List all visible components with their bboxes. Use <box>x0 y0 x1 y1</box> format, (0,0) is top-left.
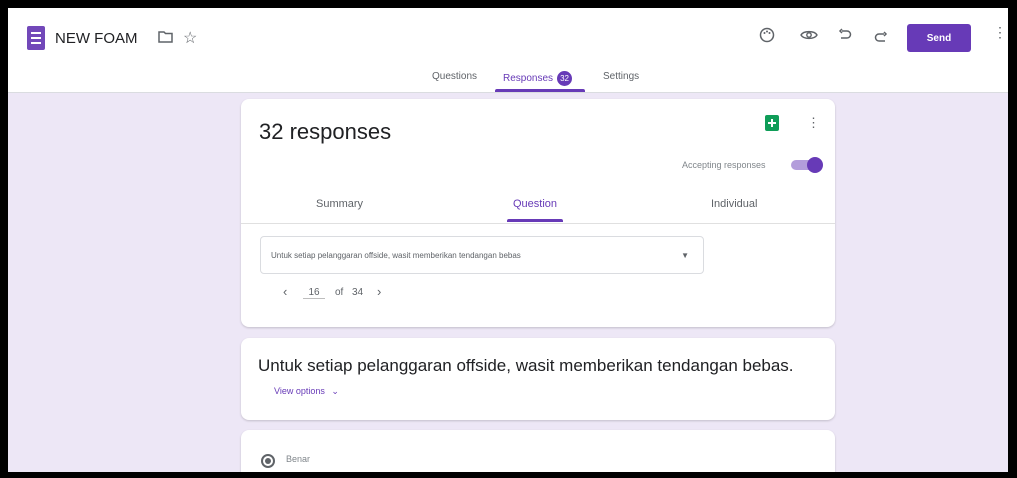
tab-questions[interactable]: Questions <box>432 71 477 82</box>
folder-icon[interactable] <box>158 30 173 48</box>
form-header: NEW FOAM ☆ Send ⋮ Questions Responses 32 … <box>8 8 1008 93</box>
preview-icon[interactable] <box>798 24 820 46</box>
accepting-responses-toggle[interactable] <box>789 157 823 173</box>
forms-logo-icon[interactable] <box>27 26 45 50</box>
star-icon[interactable]: ☆ <box>183 28 197 48</box>
tab-active-indicator <box>495 89 585 92</box>
chevron-right-icon[interactable]: › <box>377 284 381 299</box>
palette-icon[interactable] <box>756 24 778 46</box>
responses-summary-card: 32 responses ⋮ Accepting responses Summa… <box>241 99 835 327</box>
form-title[interactable]: NEW FOAM <box>55 30 138 47</box>
form-tabs: Questions Responses 32 Settings <box>8 68 1008 92</box>
tab-settings[interactable]: Settings <box>603 71 639 82</box>
more-vert-icon[interactable]: ⋮ <box>993 24 1007 41</box>
question-title: Untuk setiap pelanggaran offside, wasit … <box>258 356 794 375</box>
view-options-button[interactable]: View options ⌄ <box>274 386 339 397</box>
responses-count: 32 responses <box>259 119 392 144</box>
pager-current-input[interactable]: 16 <box>303 287 325 299</box>
tab-responses[interactable]: Responses 32 <box>503 71 573 86</box>
chevron-left-icon[interactable]: ‹ <box>283 284 287 299</box>
view-options-label: View options <box>274 386 325 396</box>
question-select[interactable]: Untuk setiap pelanggaran offside, wasit … <box>260 236 704 274</box>
tab-question[interactable]: Question <box>513 198 557 210</box>
app-frame: NEW FOAM ☆ Send ⋮ Questions Responses 32 … <box>8 8 1008 472</box>
answer-card: Benar <box>241 430 835 472</box>
subtab-active-indicator <box>507 219 563 222</box>
tab-individual[interactable]: Individual <box>711 198 757 210</box>
chevron-down-icon: ⌄ <box>331 386 339 396</box>
sheets-icon[interactable] <box>765 115 779 131</box>
dropdown-arrow-icon: ▼ <box>681 251 689 260</box>
radio-icon <box>261 454 275 468</box>
tab-responses-label: Responses <box>503 73 554 85</box>
send-button[interactable]: Send <box>907 24 971 52</box>
option-label: Benar <box>286 454 311 464</box>
pager-of-label: of <box>335 287 344 298</box>
toggle-knob <box>807 157 823 173</box>
pager-total: 34 <box>352 287 364 298</box>
redo-icon[interactable] <box>870 24 892 46</box>
more-vert-icon[interactable]: ⋮ <box>807 115 820 131</box>
accepting-responses-label: Accepting responses <box>682 160 766 170</box>
responses-count-badge: 32 <box>557 71 573 86</box>
question-select-value: Untuk setiap pelanggaran offside, wasit … <box>271 251 521 260</box>
response-view-tabs: Summary Question Individual <box>241 187 835 224</box>
question-card: Untuk setiap pelanggaran offside, wasit … <box>241 338 835 420</box>
tab-summary[interactable]: Summary <box>316 198 363 210</box>
undo-icon[interactable] <box>834 24 856 46</box>
